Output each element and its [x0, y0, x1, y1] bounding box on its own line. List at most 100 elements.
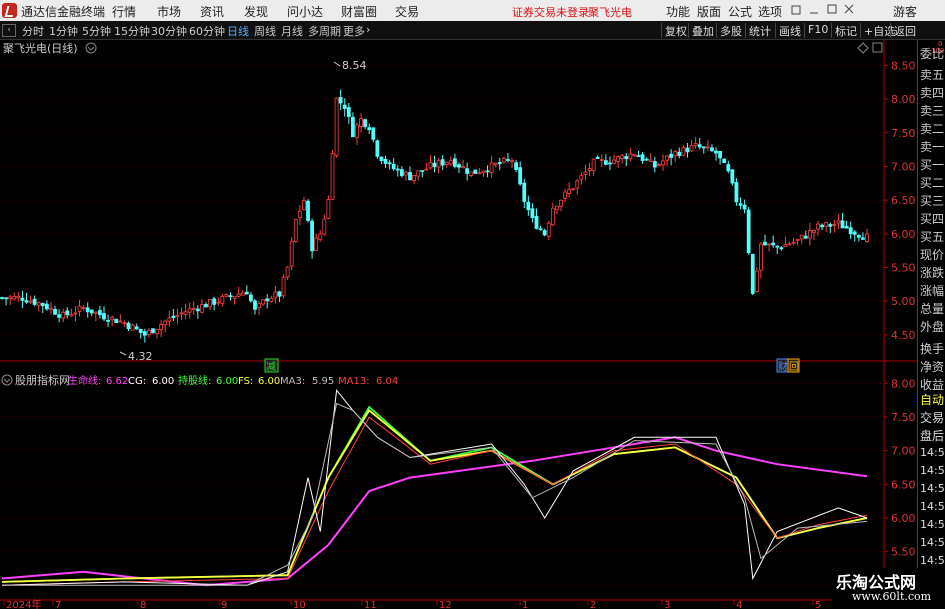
stats-button[interactable]: 统计 [745, 23, 774, 38]
period-tab-30min[interactable]: 30分钟 [151, 23, 187, 39]
panel-item[interactable]: 自动 [920, 391, 944, 408]
period-tab-more[interactable]: 更多 [343, 23, 365, 39]
more-chevron-icon[interactable]: › [366, 23, 370, 36]
candle-body [481, 170, 486, 174]
price-tick-label: 5.50 [891, 261, 916, 274]
candle-body [632, 154, 637, 157]
chart-area[interactable]: 8.50 8.00 7.50 7.00 6.50 6.00 5.50 5.00 4.50 8.0… [0, 40, 945, 609]
user-label[interactable]: 游客 [893, 3, 917, 20]
candle-body [693, 142, 698, 146]
menu-news[interactable]: 资讯 [200, 3, 224, 20]
menu-trade[interactable]: 交易 [395, 3, 419, 20]
overlay-button[interactable]: 叠加 [688, 23, 717, 38]
candle-body [322, 218, 327, 235]
indicator-name[interactable]: 股朋指标网 [15, 373, 70, 387]
menu-discover[interactable]: 发现 [244, 3, 268, 20]
adjust-button[interactable]: 复权 [661, 23, 690, 38]
candle-body [473, 169, 478, 174]
menu-options[interactable]: 选项 [758, 3, 782, 20]
login-warning[interactable]: 证券交易未登录 [512, 4, 589, 20]
candle-body [159, 324, 164, 331]
nav-left-icon[interactable]: ‹ [2, 24, 16, 37]
panel-item[interactable]: 盘后 [920, 427, 944, 444]
candle-body [742, 204, 747, 210]
candle-body [852, 231, 857, 235]
date-tick-label: 2 [590, 600, 596, 609]
menu-function[interactable]: 功能 [666, 3, 690, 20]
candle-body [546, 222, 551, 237]
low-price-label: 4.32 [128, 350, 153, 363]
indicator-param-label: MA13: [338, 376, 370, 387]
indicator-param-value: 6.00 [216, 376, 238, 387]
panel-item: 买三 [920, 194, 945, 208]
menu-market[interactable]: 市场 [157, 3, 181, 20]
close-icon[interactable] [843, 2, 855, 19]
candle-body [281, 276, 286, 297]
minimize-icon[interactable] [808, 2, 820, 19]
current-stock: 聚飞光电 [588, 6, 632, 19]
indicator-params: 生命线: 6.62 CG: 6.00 持股线: 6.00 FS: 6.00 MA3: 5.95 MA… [68, 374, 398, 387]
price-tick-label: 7.00 [891, 160, 916, 173]
candle-body [734, 182, 739, 203]
candle-body [12, 296, 17, 300]
candle-body [179, 312, 184, 315]
period-tab-monthly[interactable]: 月线 [281, 23, 303, 39]
panel-item[interactable]: 交易 [920, 409, 944, 426]
candle-body [865, 233, 869, 242]
candle-body [81, 307, 86, 309]
candle-body [771, 242, 776, 246]
menu-layout[interactable]: 版面 [697, 3, 721, 20]
candle-body [428, 162, 433, 169]
candle-body [710, 147, 714, 152]
date-tick-label: 1 [522, 600, 528, 609]
menu-quotes[interactable]: 行情 [112, 3, 136, 20]
candle-body [738, 203, 743, 206]
multi-stock-button[interactable]: 多股 [716, 23, 745, 38]
candle-body [669, 153, 674, 158]
candle-body [767, 243, 771, 246]
candle-body [36, 302, 41, 306]
candle-body [187, 308, 192, 313]
restore-icon[interactable] [790, 2, 802, 19]
candle-body [469, 171, 474, 176]
app-logo-icon [2, 3, 17, 18]
candle-body [673, 151, 678, 157]
indicator-tick-label: 6.00 [891, 512, 916, 525]
candle-body [652, 161, 657, 168]
maximize-icon[interactable] [826, 2, 838, 19]
candle-body [791, 241, 796, 244]
period-tab-5min[interactable]: 5分钟 [82, 23, 111, 39]
period-tab-60min[interactable]: 60分钟 [189, 23, 225, 39]
candle-body [685, 147, 690, 153]
candle-body [151, 328, 155, 334]
period-tab-daily[interactable]: 日线 [227, 23, 249, 39]
menu-wealth[interactable]: 财富圈 [341, 3, 377, 20]
candle-body [85, 307, 90, 313]
candle-body [248, 294, 253, 302]
period-tab-multi[interactable]: 多周期 [308, 23, 341, 39]
candle-body [383, 158, 388, 164]
period-tab-15min[interactable]: 15分钟 [114, 23, 150, 39]
chart-svg[interactable]: 8.50 8.00 7.50 7.00 6.50 6.00 5.50 5.00 4.50 8.0… [0, 40, 917, 609]
candle-body [314, 237, 319, 251]
back-button[interactable]: 返回 [890, 23, 919, 38]
candle-body [550, 207, 555, 226]
menu-ask[interactable]: 问小达 [287, 3, 323, 20]
candle-body [379, 156, 384, 162]
f10-button[interactable]: F10 [804, 23, 831, 38]
period-tab-weekly[interactable]: 周线 [254, 23, 276, 39]
candle-body [701, 146, 706, 149]
period-tab-1min[interactable]: 1分钟 [49, 23, 78, 39]
candle-body [677, 151, 682, 156]
candle-body [636, 155, 641, 157]
candle-body [730, 169, 735, 184]
draw-line-button[interactable]: 画线 [775, 23, 804, 38]
candle-body [485, 170, 490, 173]
candle-body [820, 224, 825, 228]
period-tab-intraday[interactable]: 分时 [22, 23, 44, 39]
mark-button[interactable]: 标记 [831, 23, 860, 38]
candle-body [163, 320, 168, 326]
candle-body [244, 291, 249, 295]
candle-body [722, 158, 727, 164]
menu-formula[interactable]: 公式 [728, 3, 752, 20]
